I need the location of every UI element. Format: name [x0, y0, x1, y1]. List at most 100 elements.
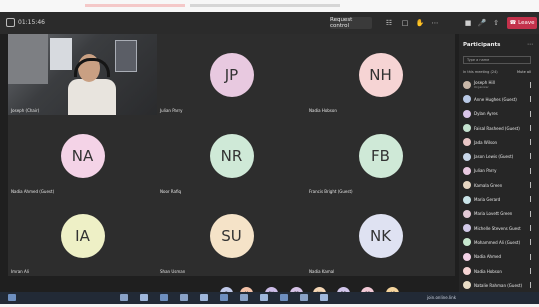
mic-icon[interactable]: 🎤	[477, 18, 487, 28]
list-item[interactable]: Jason Lewis (Guest)	[463, 149, 537, 163]
participant-search-input[interactable]: Type a name	[463, 56, 531, 64]
participant-tile[interactable]: NK Nadia Kamal	[306, 196, 455, 276]
taskbar-app-icon[interactable]	[140, 294, 148, 301]
taskbar-app-icon[interactable]	[240, 294, 248, 301]
os-taskbar: join.online.link	[0, 292, 539, 304]
participant-list-name: Julian Parry	[474, 168, 497, 174]
bookshelf	[8, 34, 48, 84]
list-item[interactable]: Jada Wilson	[463, 135, 537, 149]
panel-title: Participants	[463, 42, 501, 48]
leave-button[interactable]: ☎ Leave	[507, 17, 537, 29]
avatar: FB	[358, 133, 403, 178]
participant-tile[interactable]: NR Noor Rafiq	[157, 115, 306, 196]
participant-tile[interactable]: JP Julian Parry	[157, 34, 306, 115]
avatar: NA	[60, 133, 105, 178]
meeting-section-label[interactable]: In this meeting (24)	[463, 70, 498, 74]
participant-name: Noor Rafiq	[160, 189, 182, 194]
taskbar-app-icon[interactable]	[160, 294, 168, 301]
wall-picture	[115, 40, 137, 72]
participant-list-name: Maria Lovett Green	[474, 211, 513, 217]
list-item[interactable]: Faisal Rasheed (Guest)	[463, 121, 537, 135]
list-item[interactable]: Nadia Ahmed	[463, 250, 537, 264]
avatar: IA	[60, 214, 105, 258]
video-grid: Joseph (Chair) JP Julian Parry NH Nadia …	[8, 34, 455, 276]
people-icon[interactable]: ☷	[384, 18, 394, 28]
shield-icon	[6, 18, 15, 27]
request-control-button[interactable]: Request control	[330, 17, 372, 29]
participant-tile[interactable]: NH Nadia Hobson	[306, 34, 455, 115]
participant-tile[interactable]: FB Francis Bright (Guest)	[306, 115, 455, 196]
teams-meeting-window: 01:15:46 Request control ☷ □ ✋ ⋯ ■ 🎤 ⇧ ☎…	[0, 12, 539, 304]
participant-name: Francis Bright (Guest)	[309, 189, 353, 194]
participant-tile[interactable]: SU Shan Usman	[157, 196, 306, 276]
close-icon[interactable]: ⋯	[527, 41, 533, 48]
taskbar-app-icon[interactable]	[320, 294, 328, 301]
taskbar-label: join.online.link	[427, 295, 457, 300]
participant-list-name: Jason Lewis (Guest)	[474, 154, 514, 160]
list-item[interactable]: Nadia Hobson	[463, 264, 537, 278]
avatar: NK	[358, 214, 403, 258]
list-item[interactable]: Mohammed Ali (Guest)	[463, 235, 537, 249]
list-item[interactable]: Natalie Rahman (Guest)	[463, 278, 537, 292]
participant-name: Imran Ali	[11, 269, 29, 274]
avatar	[463, 109, 471, 118]
participant-name: Joseph (Chair)	[11, 108, 40, 113]
avatar: NR	[209, 133, 254, 178]
mic-icon	[530, 224, 535, 231]
timer-label: 01:15:46	[18, 19, 45, 26]
taskbar-app-icon[interactable]	[180, 294, 188, 301]
mic-icon	[530, 167, 535, 174]
mic-icon	[530, 82, 535, 88]
avatar	[463, 281, 471, 290]
avatar	[463, 138, 471, 147]
mic-icon	[530, 96, 535, 103]
more-icon[interactable]: ⋯	[430, 18, 440, 28]
participant-tile-video[interactable]: Joseph (Chair)	[8, 34, 157, 115]
participant-list-name: Nadia Ahmed	[474, 254, 501, 260]
avatar	[463, 238, 471, 247]
participant-list-name: Natalie Rahman (Guest)	[474, 282, 523, 288]
mic-icon	[530, 182, 535, 189]
participant-name: Shan Usman	[160, 269, 186, 274]
avatar	[463, 209, 471, 218]
taskbar-app-icon[interactable]	[300, 294, 308, 301]
avatar	[463, 152, 471, 161]
leave-label: Leave	[518, 20, 535, 26]
participant-list-name: Kamala Green	[474, 182, 503, 188]
list-item[interactable]: Kamala Green	[463, 178, 537, 192]
taskbar-app-icon[interactable]	[220, 294, 228, 301]
participant-tile[interactable]: NA Nadia Ahmed (Guest)	[8, 115, 157, 196]
share-icon[interactable]: ⇧	[491, 18, 501, 28]
list-item[interactable]: Joseph Hill Organizer	[463, 78, 537, 92]
raise-hand-icon[interactable]: ✋	[415, 18, 425, 28]
start-icon[interactable]	[8, 294, 16, 301]
list-item[interactable]: Anne Hughes (Guest)	[463, 92, 537, 106]
avatar	[463, 181, 471, 190]
participant-list-name: Anne Hughes (Guest)	[474, 96, 517, 102]
list-item[interactable]: Julian Parry	[463, 164, 537, 178]
notification-text	[190, 4, 340, 7]
list-item[interactable]: Michelle Stevens Guest	[463, 221, 537, 235]
participant-list-name: Nadia Hobson	[474, 268, 502, 274]
mute-all-button[interactable]: Mute all	[517, 70, 531, 74]
participant-tile[interactable]: IA Imran Ali	[8, 196, 157, 276]
taskbar-app-icon[interactable]	[280, 294, 288, 301]
avatar	[463, 81, 471, 90]
taskbar-app-icon[interactable]	[120, 294, 128, 301]
phone-icon: ☎	[509, 20, 519, 26]
camera-icon[interactable]: ■	[463, 18, 473, 28]
chat-icon[interactable]: □	[400, 18, 410, 28]
list-item[interactable]: Maria Gerard	[463, 192, 537, 206]
participant-name: Julian Parry	[160, 108, 183, 113]
participant-list-name: Michelle Stevens Guest	[474, 225, 521, 231]
participant-list-name: Maria Gerard	[474, 197, 501, 203]
notification-bar	[85, 4, 185, 7]
taskbar-app-icon[interactable]	[200, 294, 208, 301]
participant-list-name: Faisal Rasheed (Guest)	[474, 125, 520, 131]
avatar	[463, 224, 471, 233]
mic-icon	[530, 110, 535, 117]
taskbar-app-icon[interactable]	[260, 294, 268, 301]
list-item[interactable]: Dylan Ayres	[463, 107, 537, 121]
participant-list-name: Dylan Ayres	[474, 111, 498, 117]
list-item[interactable]: Maria Lovett Green	[463, 207, 537, 221]
